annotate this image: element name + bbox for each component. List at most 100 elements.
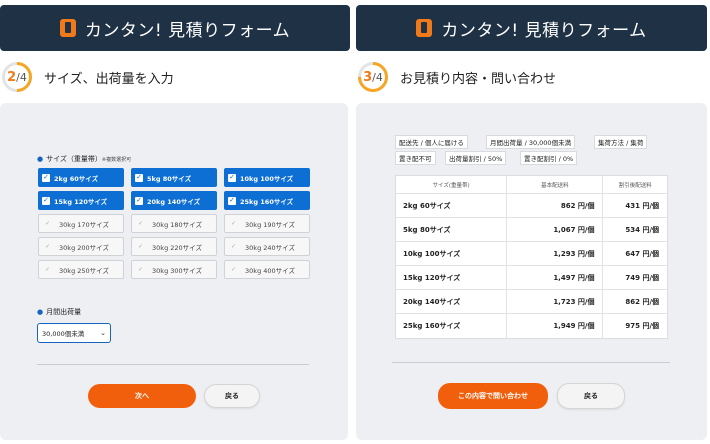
cell-base-fee: 1,949 円/個 [506,314,602,338]
table-row: 15kg 120サイズ 1,497 円/個 749 円/個 [396,266,667,290]
checkbox-unchecked-icon: ✓ [45,243,51,250]
volume-section-label: ● 月間出荷量 [37,308,82,316]
divider [37,364,309,365]
size-option[interactable]: ✓ 2kg 60サイズ [38,168,124,187]
size-option-label: 30kg 400サイズ [245,266,295,275]
size-option-label: 30kg 250サイズ [59,266,109,275]
checkbox-checked-icon: ✓ [228,173,236,182]
summary-tag: 出荷量割引 / 50% [445,151,507,165]
step-title: サイズ、出荷量を入力 [44,71,174,87]
chevron-down-icon: ⌄ [100,329,106,337]
app-title: カンタン! 見積りフォーム [84,20,291,41]
table-row: 25kg 160サイズ 1,949 円/個 975 円/個 [396,314,667,338]
cell-size: 15kg 120サイズ [403,273,461,282]
checkbox-unchecked-icon: ✓ [231,266,237,273]
size-option[interactable]: ✓ 30kg 250サイズ [38,260,124,279]
checkbox-unchecked-icon: ✓ [138,220,144,227]
cell-size: 2kg 60サイズ [403,201,451,210]
summary-tag: 月間出荷量 / 30,000個未満 [486,135,576,149]
cell-discount-fee: 975 円/個 [602,314,667,338]
cell-base-fee: 1,293 円/個 [506,242,602,265]
table-row: 10kg 100サイズ 1,293 円/個 647 円/個 [396,242,667,266]
logo-icon [416,19,433,37]
checkbox-checked-icon: ✓ [42,173,50,182]
size-option-label: 25kg 160サイズ [240,197,294,206]
logo-icon [59,19,76,37]
next-button[interactable]: 次へ [88,384,196,408]
step-title: お見積り内容・問い合わせ [400,71,557,87]
size-option[interactable]: ✓ 30kg 190サイズ [224,214,310,233]
checkbox-unchecked-icon: ✓ [231,220,237,227]
size-option-label: 30kg 200サイズ [59,243,109,252]
size-option[interactable]: ✓ 5kg 80サイズ [131,168,217,187]
submit-inquiry-button[interactable]: この内容で問い合わせ [438,383,548,409]
quote-table: サイズ(重量帯) 基本配送料 割引後配送料 2kg 60サイズ 862 円/個 43… [395,175,668,339]
app-header: カンタン! 見積りフォーム [0,5,350,51]
size-option[interactable]: ✓ 15kg 120サイズ [38,191,124,210]
size-option[interactable]: ✓ 30kg 180サイズ [131,214,217,233]
volume-select-value: 30,000個未満 [42,330,85,338]
cell-discount-fee: 862 円/個 [602,290,667,313]
size-option[interactable]: ✓ 25kg 160サイズ [224,191,310,210]
table-row: 2kg 60サイズ 862 円/個 431 円/個 [396,194,667,218]
cell-size: 25kg 160サイズ [403,322,461,330]
back-button[interactable]: 戻る [557,383,625,409]
col-header-base: 基本配送料 [506,176,602,193]
col-header-discount: 割引後配送料 [602,176,667,193]
size-option[interactable]: ✓ 30kg 200サイズ [38,237,124,256]
size-option[interactable]: ✓ 30kg 240サイズ [224,237,310,256]
cell-size: 20kg 140サイズ [403,297,461,306]
checkbox-unchecked-icon: ✓ [45,220,51,227]
step-indicator: 3/4 お見積り内容・問い合わせ [351,55,557,99]
step-progress-ring: 3/4 [351,55,395,99]
step2-panel: カンタン! 見積りフォーム 2/4 サイズ、出荷量を入力 ● サイズ（重量帯）※複… [0,0,354,444]
cell-discount-fee: 749 円/個 [602,266,667,289]
checkbox-checked-icon: ✓ [228,196,236,205]
table-row: 5kg 80サイズ 1,067 円/個 534 円/個 [396,218,667,242]
checkbox-checked-icon: ✓ [42,196,50,205]
size-option-label: 30kg 180サイズ [152,220,202,229]
checkbox-checked-icon: ✓ [135,196,143,205]
cell-discount-fee: 534 円/個 [602,218,667,241]
size-options: ✓ 2kg 60サイズ ✓ 5kg 80サイズ ✓ 10kg 100サイズ ✓ 15kg 12… [38,168,310,279]
size-option[interactable]: ✓ 30kg 300サイズ [131,260,217,279]
cell-size: 5kg 80サイズ [403,225,451,234]
checkbox-unchecked-icon: ✓ [45,266,51,273]
checkbox-checked-icon: ✓ [135,173,143,182]
col-header-size: サイズ(重量帯) [432,182,470,189]
size-option[interactable]: ✓ 10kg 100サイズ [224,168,310,187]
checkbox-unchecked-icon: ✓ [138,243,144,250]
size-option-label: 30kg 300サイズ [152,266,202,275]
step-indicator: 2/4 サイズ、出荷量を入力 [0,55,174,99]
size-option-label: 30kg 170サイズ [59,220,109,229]
back-button[interactable]: 戻る [204,384,260,408]
divider [392,362,670,363]
size-option-label: 30kg 240サイズ [245,243,295,252]
cell-size: 10kg 100サイズ [403,249,461,258]
cell-base-fee: 1,723 円/個 [506,290,602,313]
size-option-label: 2kg 60サイズ [54,174,99,183]
size-option-label: 20kg 140サイズ [147,197,201,206]
size-option[interactable]: ✓ 30kg 170サイズ [38,214,124,233]
size-option[interactable]: ✓ 30kg 220サイズ [131,237,217,256]
size-option-label: 15kg 120サイズ [54,197,108,206]
checkbox-unchecked-icon: ✓ [138,266,144,273]
cell-discount-fee: 431 円/個 [602,194,667,217]
size-option[interactable]: ✓ 30kg 400サイズ [224,260,310,279]
step-progress-ring: 2/4 [0,55,39,99]
size-option-label: 5kg 80サイズ [147,174,192,183]
volume-select[interactable]: 30,000個未満 ⌄ [37,323,111,343]
cell-base-fee: 1,067 円/個 [506,218,602,241]
table-row: 20kg 140サイズ 1,723 円/個 862 円/個 [396,290,667,314]
size-option-label: 30kg 190サイズ [245,220,295,229]
summary-tag: 集荷方法 / 集荷 [594,135,648,149]
size-section-label: ● サイズ（重量帯）※複数選択可 [37,155,132,163]
cell-base-fee: 862 円/個 [506,194,602,217]
size-option-label: 30kg 220サイズ [152,243,202,252]
summary-tag: 置き配不可 [395,151,436,165]
app-title: カンタン! 見積りフォーム [441,20,647,41]
summary-tag: 置き配割引 / 0% [520,151,578,165]
size-option[interactable]: ✓ 20kg 140サイズ [131,191,217,210]
table-header-row: サイズ(重量帯) 基本配送料 割引後配送料 [396,176,667,194]
size-option-label: 10kg 100サイズ [240,174,294,183]
